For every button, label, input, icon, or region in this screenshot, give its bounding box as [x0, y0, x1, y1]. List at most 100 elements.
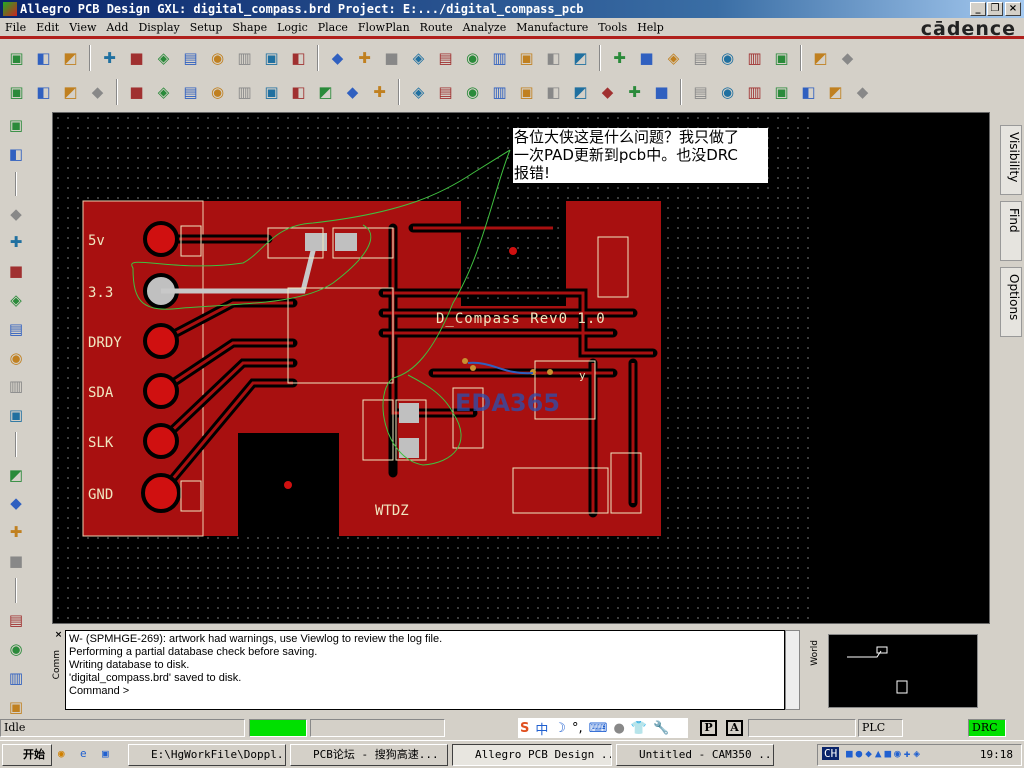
- ime-toolbar[interactable]: S 中 ☽ °, ⌨ ● 👕 🔧: [518, 718, 688, 738]
- snap-icon[interactable]: ◆: [850, 80, 875, 105]
- place-icon[interactable]: ▣: [4, 114, 28, 137]
- start-button[interactable]: 开始: [2, 744, 52, 766]
- shadow-icon[interactable]: ▤: [688, 46, 713, 71]
- shape-void-icon[interactable]: ◩: [58, 80, 83, 105]
- menu-manufacture[interactable]: Manufacture: [511, 18, 593, 34]
- menu-route[interactable]: Route: [415, 18, 458, 34]
- menu-view[interactable]: View: [64, 18, 101, 34]
- add-rect-icon[interactable]: ◆: [4, 492, 28, 515]
- sogou-icon[interactable]: S: [520, 721, 529, 736]
- zoom-world-icon[interactable]: ▤: [433, 46, 458, 71]
- console-scrollbar[interactable]: [785, 630, 800, 710]
- world-view[interactable]: [828, 634, 978, 708]
- spread-icon[interactable]: ◉: [4, 346, 28, 369]
- desktop-icon[interactable]: ▣: [102, 747, 109, 760]
- menu-setup[interactable]: Setup: [185, 18, 228, 34]
- menu-edit[interactable]: Edit: [31, 18, 64, 34]
- shape-icon[interactable]: ▣: [4, 80, 29, 105]
- zoom-fit-icon[interactable]: ✚: [352, 46, 377, 71]
- clearance-icon[interactable]: ▥: [487, 80, 512, 105]
- delete-icon[interactable]: ◈: [151, 46, 176, 71]
- search-icon[interactable]: ✚: [622, 80, 647, 105]
- open-icon[interactable]: ◧: [31, 46, 56, 71]
- user-icon[interactable]: ●: [613, 721, 624, 736]
- media-player-icon[interactable]: ◉: [58, 747, 65, 760]
- zoom-in-icon[interactable]: ■: [379, 46, 404, 71]
- add-text-icon[interactable]: ✚: [4, 521, 28, 544]
- restore-button[interactable]: ❐: [987, 2, 1003, 16]
- moon-icon[interactable]: ☽: [554, 721, 566, 736]
- report-icon[interactable]: ▤: [688, 80, 713, 105]
- package-icon[interactable]: ◈: [406, 80, 431, 105]
- command-tab[interactable]: × Comm: [52, 630, 65, 710]
- mode-a-button[interactable]: A: [726, 720, 743, 736]
- camera-icon[interactable]: ▣: [769, 80, 794, 105]
- new-icon[interactable]: ▣: [4, 46, 29, 71]
- tab-visibility[interactable]: Visibility: [1000, 125, 1022, 195]
- menu-logic[interactable]: Logic: [272, 18, 313, 34]
- task-allegro[interactable]: Allegro PCB Design ...: [452, 744, 612, 766]
- ie-icon[interactable]: e: [80, 747, 87, 760]
- frame-icon[interactable]: ▥: [232, 80, 257, 105]
- info-icon[interactable]: ◩: [808, 46, 833, 71]
- rename-icon[interactable]: ◧: [796, 80, 821, 105]
- check-icon[interactable]: ■: [649, 80, 674, 105]
- world-tab-label[interactable]: World: [810, 640, 820, 666]
- round-icon[interactable]: ◩: [313, 80, 338, 105]
- grid-icon[interactable]: ◆: [325, 46, 350, 71]
- design-canvas[interactable]: 5v 3.3 DRDY SDA SLK GND D_Compass Rev0 1…: [52, 112, 990, 624]
- zoom-out-icon[interactable]: ◈: [406, 46, 431, 71]
- skin-icon[interactable]: 👕: [631, 721, 647, 736]
- zoom-prev-icon[interactable]: ◉: [460, 46, 485, 71]
- cm-icon[interactable]: ▣: [769, 46, 794, 71]
- grid-toggle-icon[interactable]: ✚: [607, 46, 632, 71]
- autoroute-icon[interactable]: ▤: [4, 317, 28, 340]
- stamp-icon[interactable]: ✚: [367, 80, 392, 105]
- list-icon[interactable]: ▥: [4, 375, 28, 398]
- cut-icon[interactable]: ◆: [595, 80, 620, 105]
- library-icon[interactable]: ◉: [715, 80, 740, 105]
- undo-icon[interactable]: ▤: [178, 46, 203, 71]
- shape-edit-icon[interactable]: ◧: [31, 80, 56, 105]
- close-button[interactable]: ×: [1005, 2, 1021, 16]
- rectangle-icon[interactable]: ◈: [151, 80, 176, 105]
- language-indicator[interactable]: CH: [822, 747, 840, 760]
- color-icon[interactable]: ■: [634, 46, 659, 71]
- menu-analyze[interactable]: Analyze: [458, 18, 512, 34]
- bga-icon[interactable]: ▣: [4, 404, 28, 427]
- shape-merge-icon[interactable]: ◆: [85, 80, 110, 105]
- close-icon[interactable]: ×: [52, 630, 65, 640]
- move-icon[interactable]: ✚: [97, 46, 122, 71]
- pick-icon[interactable]: ▣: [259, 46, 284, 71]
- refresh-icon[interactable]: ▣: [514, 46, 539, 71]
- tab-find[interactable]: Find: [1000, 201, 1022, 261]
- connect-icon[interactable]: ▤: [4, 609, 28, 632]
- command-console[interactable]: W- (SPMHGE-269): artwork had warnings, u…: [65, 630, 785, 710]
- arc-icon[interactable]: ▣: [259, 80, 284, 105]
- menu-shape[interactable]: Shape: [227, 18, 272, 34]
- redo-icon[interactable]: ◉: [205, 46, 230, 71]
- menu-file[interactable]: File: [0, 18, 31, 34]
- circle-icon[interactable]: ▤: [178, 80, 203, 105]
- dimension-icon[interactable]: ▤: [433, 80, 458, 105]
- route-icon[interactable]: ◆: [4, 202, 28, 225]
- punctuation-icon[interactable]: °,: [572, 721, 583, 736]
- spreadsheet-icon[interactable]: ▥: [742, 46, 767, 71]
- measure-icon[interactable]: ◉: [460, 80, 485, 105]
- wrench-icon[interactable]: ▥: [742, 80, 767, 105]
- tab-options[interactable]: Options: [1000, 267, 1022, 337]
- menu-tools[interactable]: Tools: [593, 18, 632, 34]
- keyboard-icon[interactable]: ⌨: [589, 721, 608, 736]
- task-cam350[interactable]: Untitled - CAM350 ...: [616, 744, 774, 766]
- menu-flowplan[interactable]: FlowPlan: [353, 18, 415, 34]
- unplaced-icon[interactable]: ◧: [4, 143, 28, 166]
- custom-trace-icon[interactable]: ▣: [4, 695, 28, 718]
- drill-icon[interactable]: ◆: [340, 80, 365, 105]
- undo-step-icon[interactable]: ▥: [232, 46, 257, 71]
- flag-icon[interactable]: ◩: [823, 80, 848, 105]
- delete-trace-icon[interactable]: ▥: [4, 667, 28, 690]
- pin-icon[interactable]: ◧: [286, 46, 311, 71]
- tray-icons[interactable]: ■●◆▲■◉✚◈: [846, 747, 923, 760]
- diagonal-icon[interactable]: ◧: [541, 80, 566, 105]
- task-browser[interactable]: PCB论坛 - 搜狗高速...: [290, 744, 448, 766]
